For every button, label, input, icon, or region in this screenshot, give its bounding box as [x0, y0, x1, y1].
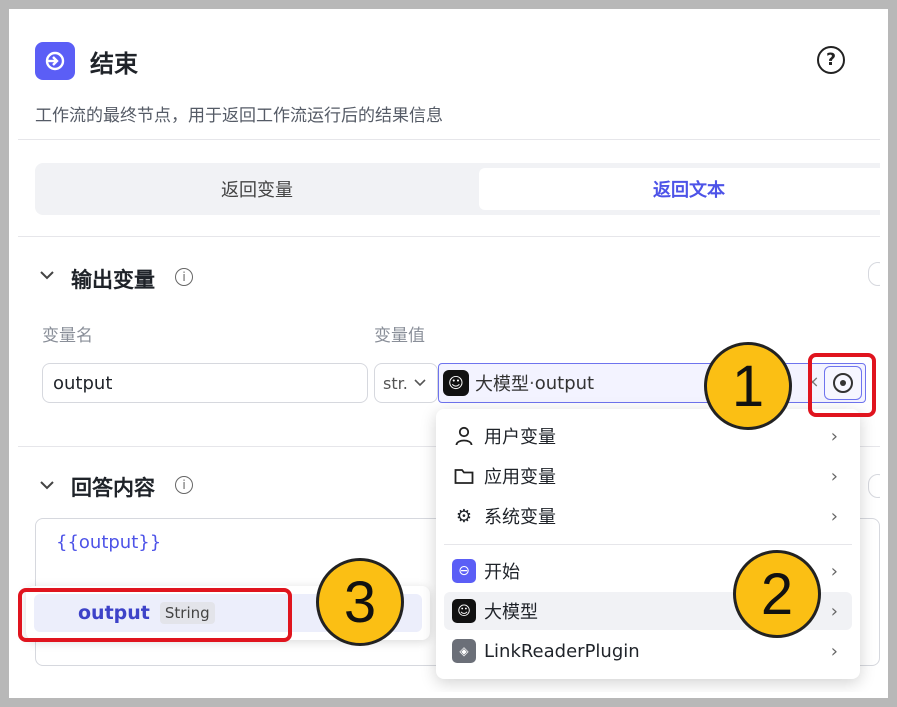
gear-icon: ⚙ — [455, 505, 473, 527]
node-description: 工作流的最终节点，用于返回工作流运行后的结果信息 — [35, 106, 443, 126]
output-section-title: 输出变量 — [71, 268, 155, 292]
chevron-right-icon: › — [830, 465, 838, 487]
variable-name-input[interactable]: output — [42, 363, 368, 403]
mode-tabs: 返回变量 返回文本 — [35, 163, 880, 215]
divider — [18, 139, 880, 140]
annotation-badge-1: 1 — [704, 342, 792, 430]
dropdown-item-linkreader-plugin[interactable]: ◈ LinkReaderPlugin › — [444, 632, 852, 670]
info-icon[interactable]: i — [175, 268, 193, 286]
chevron-right-icon: › — [830, 600, 838, 622]
value-node-name: 大模型 — [475, 374, 529, 395]
dropdown-item-system-variables[interactable]: ⚙ 系统变量 › — [444, 497, 852, 535]
annotation-badge-3: 3 — [316, 558, 404, 646]
folder-icon — [452, 464, 476, 488]
chevron-down-icon[interactable] — [40, 268, 54, 284]
variable-type-select[interactable]: str. — [374, 363, 438, 403]
divider — [18, 236, 880, 237]
end-node-panel: 结束 ? 工作流的最终节点，用于返回工作流运行后的结果信息 返回变量 返回文本 … — [18, 16, 880, 692]
user-icon — [452, 424, 476, 448]
annotation-highlight-1 — [808, 353, 876, 417]
chevron-right-icon: › — [830, 425, 838, 447]
variable-name-value: output — [53, 372, 113, 394]
variable-source-dropdown: 用户变量 › 应用变量 › ⚙ 系统变量 › ⊖ 开始 › ☺ 大模型 › ◈ — [436, 409, 860, 679]
chevron-down-icon[interactable] — [40, 478, 54, 494]
start-node-icon: ⊖ — [452, 559, 476, 583]
dropdown-item-label: 用户变量 — [484, 427, 556, 448]
dropdown-item-app-variables[interactable]: 应用变量 › — [444, 457, 852, 495]
llm-node-icon: ☺ — [443, 370, 469, 396]
column-label-name: 变量名 — [42, 326, 93, 346]
dropdown-divider — [444, 544, 852, 545]
chevron-down-icon — [414, 379, 426, 387]
annotation-highlight-3 — [18, 588, 292, 642]
dropdown-item-label: 系统变量 — [484, 507, 556, 528]
dropdown-item-user-variables[interactable]: 用户变量 › — [444, 417, 852, 455]
annotation-badge-2: 2 — [733, 550, 821, 638]
plugin-icon: ◈ — [452, 639, 476, 663]
node-title: 结束 — [90, 50, 138, 78]
dropdown-item-label: LinkReaderPlugin — [484, 640, 640, 662]
llm-node-icon: ☺ — [452, 599, 476, 623]
answer-section-title: 回答内容 — [71, 476, 155, 500]
answer-content-text: {{output}} — [56, 532, 162, 553]
chevron-right-icon: › — [830, 560, 838, 582]
info-icon[interactable]: i — [175, 476, 193, 494]
variable-type-value: str. — [383, 373, 408, 393]
dropdown-item-label: 大模型 — [484, 602, 538, 623]
tab-return-text[interactable]: 返回文本 — [479, 168, 880, 210]
dropdown-item-label: 开始 — [484, 562, 520, 583]
toggle-edge[interactable] — [868, 474, 880, 498]
help-icon[interactable]: ? — [817, 46, 845, 74]
add-button-edge[interactable] — [868, 262, 880, 286]
chevron-right-icon: › — [830, 640, 838, 662]
dropdown-item-label: 应用变量 — [484, 467, 556, 488]
value-field-name: output — [534, 372, 595, 394]
end-node-icon — [35, 42, 75, 80]
variable-value-reference[interactable]: ☺ 大模型 · output — [438, 363, 866, 403]
chevron-right-icon: › — [830, 505, 838, 527]
column-label-value: 变量值 — [374, 326, 425, 346]
tab-return-variable[interactable]: 返回变量 — [35, 163, 479, 215]
